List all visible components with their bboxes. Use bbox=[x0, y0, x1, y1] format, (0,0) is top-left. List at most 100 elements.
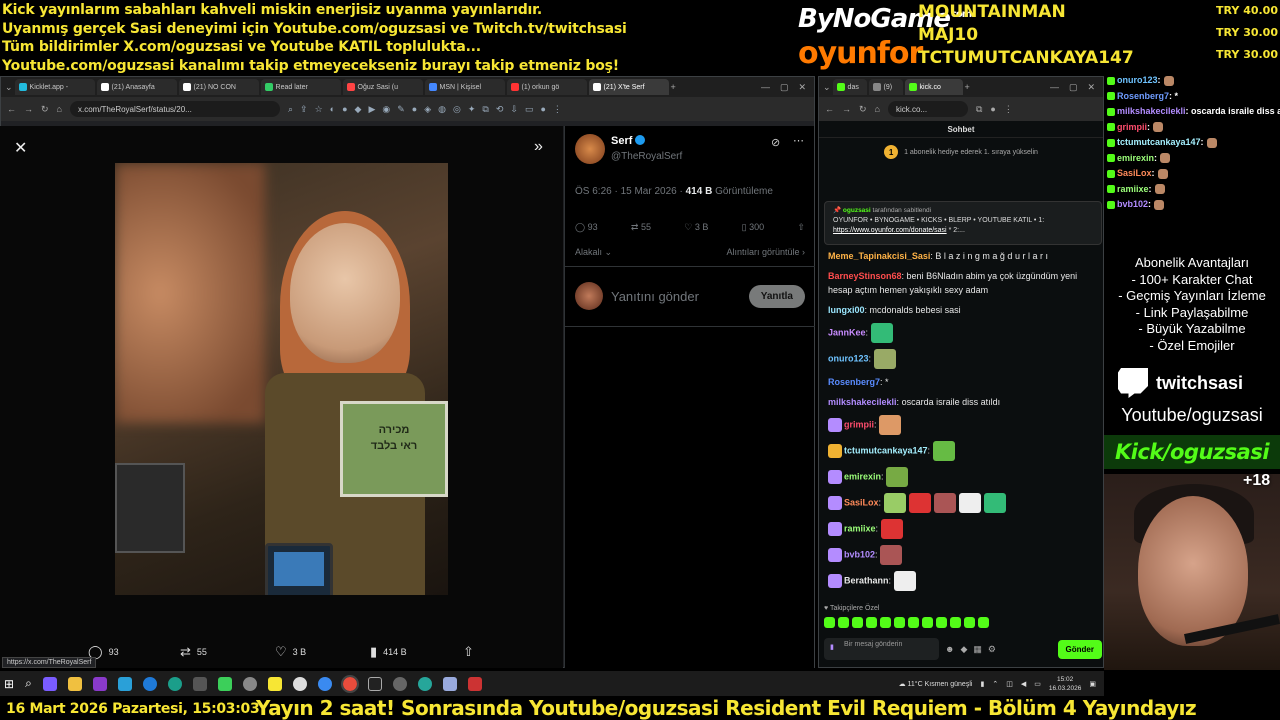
pen-app-icon[interactable] bbox=[42, 676, 57, 691]
windows-start-icon[interactable]: ⊞ bbox=[4, 677, 14, 691]
grok-icon[interactable]: ⊘ bbox=[771, 136, 780, 149]
quick-emote-icon[interactable] bbox=[978, 617, 989, 628]
reply-button[interactable]: ◯ 93 bbox=[575, 222, 598, 233]
extension-icon[interactable]: ◉ bbox=[382, 104, 390, 115]
app-icon[interactable] bbox=[417, 676, 432, 691]
reply-input[interactable]: Yanıtını gönder bbox=[611, 289, 749, 304]
close-window-icon[interactable]: ✕ bbox=[798, 82, 806, 93]
app-icon[interactable] bbox=[367, 676, 382, 691]
emote-icon[interactable] bbox=[932, 441, 955, 461]
browser-tab[interactable]: MSN | Kişisel bbox=[424, 79, 505, 95]
profile-icon[interactable]: ● bbox=[540, 104, 545, 115]
kick-app-icon[interactable] bbox=[217, 676, 232, 691]
new-tab-icon[interactable]: + bbox=[965, 82, 970, 92]
views-action[interactable]: ▮ 414 B bbox=[370, 644, 407, 660]
sidepanel-icon[interactable]: ▭ bbox=[525, 104, 534, 115]
quick-emote-icon[interactable] bbox=[936, 617, 947, 628]
author-name[interactable]: Serf bbox=[611, 135, 646, 147]
pinned-message[interactable]: 📌 oguzsasi tarafından sabitlendi OYUNFOR… bbox=[824, 201, 1102, 245]
reload-icon[interactable]: ↻ bbox=[41, 104, 49, 115]
weather-widget[interactable]: ☁ 11°C Kısmen güneşli bbox=[899, 680, 973, 688]
url-input[interactable]: kick.co... bbox=[887, 101, 968, 117]
settings-icon[interactable]: ⚙ bbox=[988, 644, 996, 655]
quick-emote-icon[interactable] bbox=[866, 617, 877, 628]
expand-panel-icon[interactable]: » bbox=[534, 138, 543, 156]
chat-username[interactable]: Berathann bbox=[844, 575, 889, 585]
send-button[interactable]: Gönder bbox=[1057, 639, 1102, 659]
repost-button[interactable]: ⇄ 55 bbox=[631, 222, 651, 233]
extension-icon[interactable]: ✦ bbox=[468, 104, 476, 115]
quick-emote-icon[interactable] bbox=[908, 617, 919, 628]
chrome-icon[interactable] bbox=[340, 674, 359, 693]
menu-dots-icon[interactable]: ⋮ bbox=[1004, 104, 1013, 115]
browser-tab[interactable]: (1) orkun gö bbox=[506, 79, 587, 95]
bookmark-star-icon[interactable]: ☆ bbox=[315, 104, 323, 115]
extension-icon[interactable]: ◐ bbox=[330, 104, 335, 115]
chat-username[interactable]: onuro123 bbox=[828, 353, 869, 363]
notifications-icon[interactable]: ▣ bbox=[1089, 680, 1096, 688]
share-button[interactable]: ⇧ bbox=[797, 222, 805, 233]
quick-emote-icon[interactable] bbox=[824, 617, 835, 628]
tab-menu-icon[interactable]: ⌄ bbox=[823, 82, 831, 93]
browser-tab[interactable]: Read later bbox=[260, 79, 341, 95]
emote-icon[interactable] bbox=[880, 519, 903, 539]
home-icon[interactable]: ⌂ bbox=[875, 104, 880, 114]
chat-username[interactable]: Meme_Tapinakcisi_Sasi bbox=[828, 251, 930, 261]
chat-username[interactable]: tctumutcankaya147 bbox=[844, 445, 928, 455]
word-icon[interactable] bbox=[117, 676, 132, 691]
chat-username[interactable]: grimpii bbox=[844, 419, 874, 429]
emote-icon[interactable] bbox=[983, 493, 1006, 513]
reply-submit-button[interactable]: Yanıtla bbox=[748, 284, 805, 308]
share-icon[interactable]: ⇪ bbox=[300, 104, 308, 115]
like-button[interactable]: ♡ 3 B bbox=[684, 222, 708, 233]
mic-tray-icon[interactable]: ▮ bbox=[980, 680, 984, 688]
browser-tab[interactable]: (9) bbox=[868, 79, 903, 95]
browser-tab[interactable]: Kicklet.app - bbox=[14, 79, 95, 95]
close-window-icon[interactable]: ✕ bbox=[1087, 82, 1095, 93]
extension-icon[interactable]: ✎ bbox=[397, 104, 405, 115]
tweet-photo[interactable]: מכירה ראי בלבד bbox=[115, 163, 448, 595]
downloads-icon[interactable]: ⇩ bbox=[510, 104, 518, 115]
extension-icon[interactable]: ◎ bbox=[453, 104, 461, 115]
app-icon[interactable] bbox=[317, 676, 332, 691]
extension-icon[interactable]: ◍ bbox=[438, 104, 446, 115]
emote-icon[interactable] bbox=[879, 415, 902, 435]
like-action[interactable]: ♡ 3 B bbox=[275, 644, 306, 660]
pinned-link[interactable]: https://www.oyunfor.com/donate/sasi bbox=[833, 227, 947, 234]
emote-icon[interactable] bbox=[880, 545, 903, 565]
quick-emote-icon[interactable] bbox=[894, 617, 905, 628]
gift-leaderboard[interactable]: 11 abonelik hediye ederek 1. sıraya yüks… bbox=[819, 138, 1103, 166]
related-dropdown[interactable]: Alakalı ⌄ bbox=[575, 247, 612, 258]
author-handle[interactable]: @TheRoyalSerf bbox=[611, 151, 682, 162]
tab-menu-icon[interactable]: ⌄ bbox=[5, 82, 13, 93]
onenote-icon[interactable] bbox=[92, 676, 107, 691]
browser-tab[interactable]: Oğuz Sasi (u bbox=[342, 79, 423, 95]
extension-icon[interactable]: ● bbox=[342, 104, 347, 115]
quick-emote-icon[interactable] bbox=[880, 617, 891, 628]
emote-icon[interactable] bbox=[870, 323, 893, 343]
store-icon[interactable]: ▦ bbox=[973, 644, 982, 655]
quick-emote-icon[interactable] bbox=[922, 617, 933, 628]
app-icon[interactable] bbox=[467, 676, 482, 691]
emote-icon[interactable] bbox=[893, 571, 916, 591]
back-icon[interactable]: ← bbox=[7, 104, 16, 114]
new-tab-icon[interactable]: + bbox=[671, 82, 676, 92]
battery-icon[interactable]: ▭ bbox=[1034, 680, 1041, 688]
browser-tab[interactable]: (21) Anasayfa bbox=[96, 79, 177, 95]
extension-icon[interactable]: ⧉ bbox=[976, 104, 982, 115]
chat-input[interactable]: ▮ Bir mesaj gönderin bbox=[824, 638, 939, 660]
extension-icon[interactable]: ◆ bbox=[355, 104, 362, 115]
emoji-icon[interactable]: ☻ bbox=[945, 644, 954, 654]
emote-icon[interactable] bbox=[908, 493, 931, 513]
repost-action[interactable]: ⇄ 55 bbox=[180, 644, 207, 660]
app-icon[interactable] bbox=[292, 676, 307, 691]
home-icon[interactable]: ⌂ bbox=[57, 104, 62, 114]
maximize-icon[interactable]: ▢ bbox=[1069, 82, 1078, 93]
notes-icon[interactable] bbox=[267, 676, 282, 691]
app-icon[interactable] bbox=[442, 676, 457, 691]
emote-icon[interactable] bbox=[886, 467, 909, 487]
quick-emote-icon[interactable] bbox=[950, 617, 961, 628]
media-icon[interactable] bbox=[392, 676, 407, 691]
obs-icon[interactable] bbox=[242, 676, 257, 691]
file-explorer-icon[interactable] bbox=[67, 676, 82, 691]
